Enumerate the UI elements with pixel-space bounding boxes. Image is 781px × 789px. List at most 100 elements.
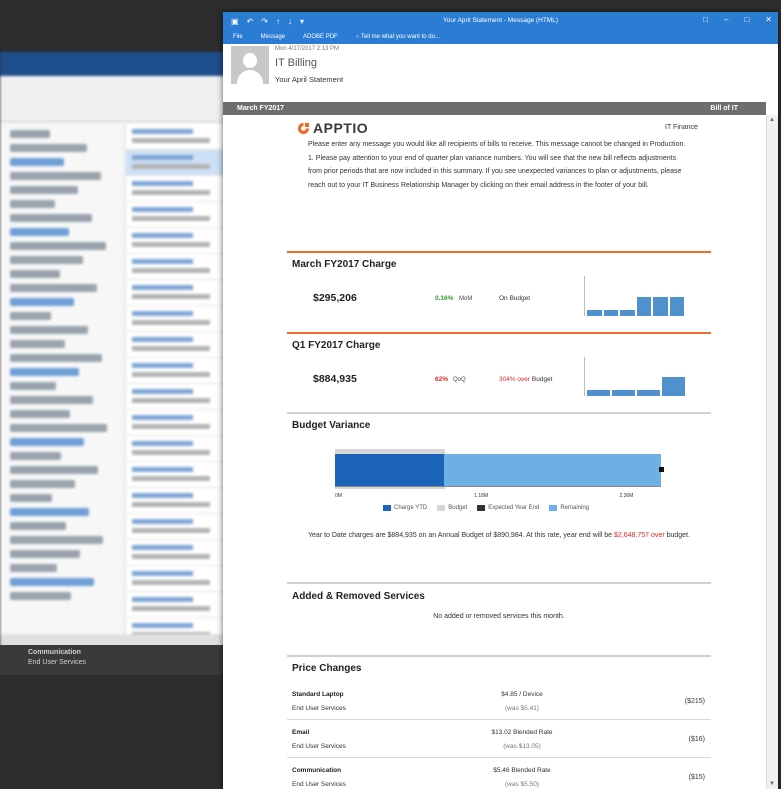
charge-ytd-bar xyxy=(335,454,444,486)
quarterly-change-label: QoQ xyxy=(453,377,466,383)
trend-bar xyxy=(587,310,602,316)
background-mail-item xyxy=(126,436,225,462)
background-folder-item xyxy=(10,256,83,264)
trend-bar xyxy=(653,297,668,316)
background-folder-item xyxy=(10,438,84,446)
background-mail-item xyxy=(126,254,225,280)
background-folder-item xyxy=(10,186,78,194)
tab-adobe-pdf[interactable]: ADOBE PDF xyxy=(303,34,338,40)
bill-period: March FY2017 xyxy=(237,105,285,112)
background-mail-item xyxy=(126,592,225,618)
service-name: Standard Laptop xyxy=(292,691,344,698)
quarterly-over-text: 304% over xyxy=(499,376,531,383)
lightbulb-icon: ○ xyxy=(355,34,360,40)
intro-paragraph-2: 1. Please pay attention to your end of q… xyxy=(308,154,682,189)
added-removed-empty-text: No added or removed services this month. xyxy=(433,613,565,620)
sender-name[interactable]: IT Billing xyxy=(275,57,317,69)
background-folder-item xyxy=(10,424,107,432)
bill-type: Bill of IT xyxy=(710,105,738,112)
background-folder-item xyxy=(10,564,57,572)
summary-text: Year to Date charges are $884,935 on an … xyxy=(308,532,613,539)
service-category: End User Services xyxy=(292,781,346,788)
x-tick-label: 2.36M xyxy=(619,493,634,499)
price-changes-title: Price Changes xyxy=(292,663,362,674)
background-message-list xyxy=(126,124,225,652)
background-folder-item xyxy=(10,508,89,516)
background-mail-item xyxy=(126,306,225,332)
legend-label: Expected Year End xyxy=(488,505,540,511)
background-mail-item xyxy=(126,358,225,384)
background-folder-item xyxy=(10,382,56,390)
bill-header-band: March FY2017 Bill of IT xyxy=(223,102,766,115)
apptio-logo-icon xyxy=(297,122,310,134)
quarterly-budget-text: Budget xyxy=(531,376,553,383)
scroll-up-icon[interactable]: ▲ xyxy=(769,117,775,123)
legend-label: Budget xyxy=(448,505,468,511)
ribbon-options-icon[interactable]: □ xyxy=(703,15,708,24)
minimize-icon[interactable]: – xyxy=(724,15,728,24)
background-folder-item xyxy=(10,452,61,460)
background-mail-item xyxy=(126,332,225,358)
quarterly-charge-title: Q1 FY2017 Charge xyxy=(292,340,381,351)
background-folder-item xyxy=(10,592,71,600)
trend-bar xyxy=(669,297,684,316)
section-divider xyxy=(287,251,711,253)
legend-item: Budget xyxy=(437,505,467,511)
background-folder-item xyxy=(10,578,94,586)
budget-variance-chart: 0M 1.18M 2.36M xyxy=(335,449,665,499)
section-divider xyxy=(287,582,711,584)
scroll-down-icon[interactable]: ▼ xyxy=(769,781,775,787)
trend-bar xyxy=(620,310,635,316)
section-divider xyxy=(287,655,711,657)
background-folder-item xyxy=(10,200,55,208)
vertical-scrollbar[interactable]: ▲ ▼ xyxy=(766,115,778,789)
background-reading-row: Communication End User Services xyxy=(0,645,225,675)
year-end-overage-amount: $2,648,757 xyxy=(614,532,650,539)
maximize-icon[interactable]: □ xyxy=(744,15,749,24)
background-mail-item xyxy=(126,150,225,176)
avatar xyxy=(231,46,269,84)
old-rate: (was $13.05) xyxy=(503,743,541,750)
message-window: ▣ ↶ ↷ ↑ ↓ ▾ Your April Statement - Messa… xyxy=(223,12,778,789)
budget-variance-title: Budget Variance xyxy=(292,420,371,431)
service-category: End User Services xyxy=(292,743,346,750)
background-folder-item xyxy=(10,340,65,348)
background-folder-item xyxy=(10,410,70,418)
background-folder-item xyxy=(10,354,102,362)
legend-swatch xyxy=(383,505,391,511)
price-change-row: Standard Laptop End User Services $4.85 … xyxy=(287,682,711,720)
price-delta: ($215) xyxy=(684,698,705,705)
background-folder-item xyxy=(10,326,88,334)
trend-bar xyxy=(662,377,685,396)
title-bar: ▣ ↶ ↷ ↑ ↓ ▾ Your April Statement - Messa… xyxy=(223,12,778,30)
message-header: Mon 4/17/2017 2:13 PM IT Billing Your Ap… xyxy=(223,44,778,102)
background-folder-item xyxy=(10,284,97,292)
budget-variance-summary: Year to Date charges are $884,935 on an … xyxy=(308,529,698,543)
monthly-budget-status: On Budget xyxy=(499,295,531,302)
message-date: Mon 4/17/2017 2:13 PM xyxy=(275,46,340,52)
background-mail-item xyxy=(126,124,225,150)
tell-me-text: Tell me what you want to do... xyxy=(360,34,440,40)
tab-message[interactable]: Message xyxy=(261,34,285,40)
service-category: End User Services xyxy=(292,705,346,712)
background-mail-item xyxy=(126,410,225,436)
x-tick-label: 0M xyxy=(335,493,342,499)
new-rate: $13.02 Blended Rate xyxy=(491,729,553,736)
new-rate: $5.46 Blended Rate xyxy=(493,767,551,774)
trend-bar xyxy=(587,390,610,396)
background-ribbon xyxy=(0,52,225,122)
close-icon[interactable]: ✕ xyxy=(765,15,772,24)
organization-name: IT Finance xyxy=(665,124,698,131)
background-outlook-window xyxy=(0,52,225,652)
tell-me-box[interactable]: ○ Tell me what you want to do... xyxy=(356,34,440,40)
background-folder-item xyxy=(10,172,101,180)
background-mail-item xyxy=(126,384,225,410)
background-mail-item xyxy=(126,488,225,514)
background-mail-item xyxy=(126,566,225,592)
trend-bar xyxy=(637,390,660,396)
service-name: Communication xyxy=(292,767,342,774)
background-folder-item xyxy=(10,396,93,404)
tab-file[interactable]: File xyxy=(233,34,243,40)
section-divider xyxy=(287,332,711,334)
background-folder-item xyxy=(10,494,52,502)
